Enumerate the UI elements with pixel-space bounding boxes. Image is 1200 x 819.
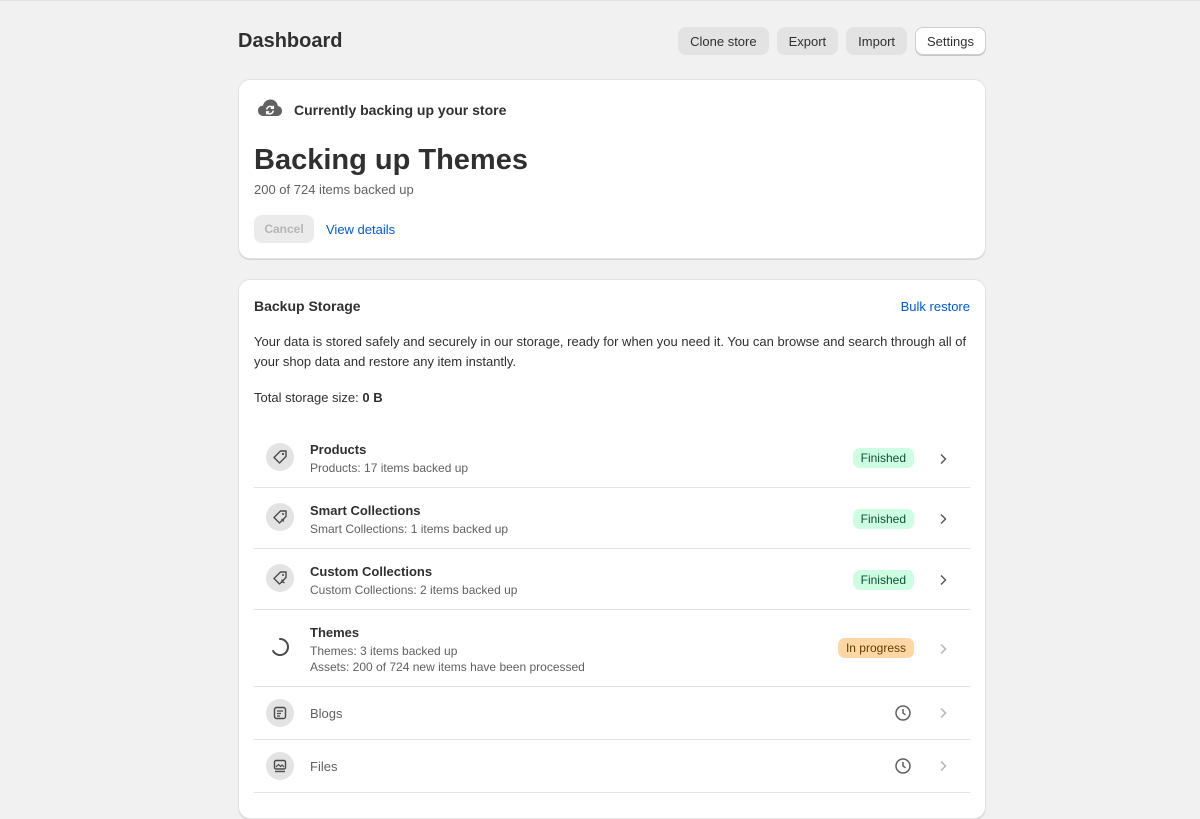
item-subtitle: Themes: 3 items backed up xyxy=(310,644,458,658)
status-badge: Finished xyxy=(852,570,914,590)
export-button[interactable]: Export xyxy=(776,27,839,55)
backup-storage-card: Backup Storage Bulk restore Your data is… xyxy=(238,279,986,819)
total-storage-size: Total storage size: 0 B xyxy=(254,390,383,405)
storage-description: Your data is stored safely and securely … xyxy=(254,334,967,369)
total-storage-value: 0 B xyxy=(362,390,383,405)
smart-collection-icon xyxy=(266,503,294,531)
item-subtitle: Smart Collections: 1 items backed up xyxy=(310,522,509,536)
tag-icon xyxy=(266,443,294,471)
total-storage-label: Total storage size: xyxy=(254,390,363,405)
clock-icon xyxy=(895,758,911,774)
backup-status-text: Currently backing up your store xyxy=(294,102,507,118)
backup-progress-card: Currently backing up your store Backing … xyxy=(238,79,986,259)
item-title: Custom Collections xyxy=(310,564,433,579)
cancel-button[interactable]: Cancel xyxy=(254,215,314,243)
item-subtitle: Products: 17 items backed up xyxy=(310,461,469,475)
list-item-products[interactable]: Products Products: 17 items backed up Fi… xyxy=(254,431,970,488)
chevron-right-icon xyxy=(940,513,947,525)
backup-progress-text: 200 of 724 items backed up xyxy=(254,182,414,197)
header-actions: Clone store Export Import Settings xyxy=(678,27,986,55)
status-badge: In progress xyxy=(837,638,914,658)
item-title: Themes xyxy=(310,625,360,640)
spinner-icon xyxy=(272,637,289,656)
storage-title: Backup Storage xyxy=(254,298,361,314)
list-item-files[interactable]: Files xyxy=(254,740,970,793)
clock-icon xyxy=(895,705,911,721)
clone-store-button[interactable]: Clone store xyxy=(678,27,769,55)
list-item-blogs[interactable]: Blogs xyxy=(254,687,970,740)
list-item-custom-collections[interactable]: Custom Collections Custom Collections: 2… xyxy=(254,549,970,610)
chevron-right-icon xyxy=(940,760,947,772)
item-title: Products xyxy=(310,442,367,457)
item-title: Blogs xyxy=(310,706,343,721)
chevron-right-icon xyxy=(940,453,947,465)
item-subtitle-assets: Assets: 200 of 724 new items have been p… xyxy=(310,660,585,674)
status-badge: Finished xyxy=(852,448,914,468)
backup-item-list: Products Products: 17 items backed up Fi… xyxy=(254,431,970,793)
bulk-restore-link[interactable]: Bulk restore xyxy=(901,299,970,314)
files-icon xyxy=(266,752,294,780)
cloud-sync-icon xyxy=(258,99,282,116)
view-details-link[interactable]: View details xyxy=(326,222,395,237)
item-title: Files xyxy=(310,759,338,774)
list-item-smart-collections[interactable]: Smart Collections Smart Collections: 1 i… xyxy=(254,488,970,549)
import-button[interactable]: Import xyxy=(846,27,908,55)
settings-button[interactable]: Settings xyxy=(915,27,986,55)
custom-collection-icon xyxy=(266,564,294,592)
item-subtitle: Custom Collections: 2 items backed up xyxy=(310,583,518,597)
chevron-right-icon xyxy=(940,643,947,655)
list-item-themes[interactable]: Themes Themes: 3 items backed up Assets:… xyxy=(254,610,970,687)
page-title: Dashboard xyxy=(238,30,343,52)
chevron-right-icon xyxy=(940,707,947,719)
blog-icon xyxy=(266,699,294,727)
chevron-right-icon xyxy=(940,574,947,586)
item-title: Smart Collections xyxy=(310,503,421,518)
backup-title: Backing up Themes xyxy=(254,144,528,176)
page-header: Dashboard Clone store Export Import Sett… xyxy=(238,27,986,55)
status-badge: Finished xyxy=(852,509,914,529)
